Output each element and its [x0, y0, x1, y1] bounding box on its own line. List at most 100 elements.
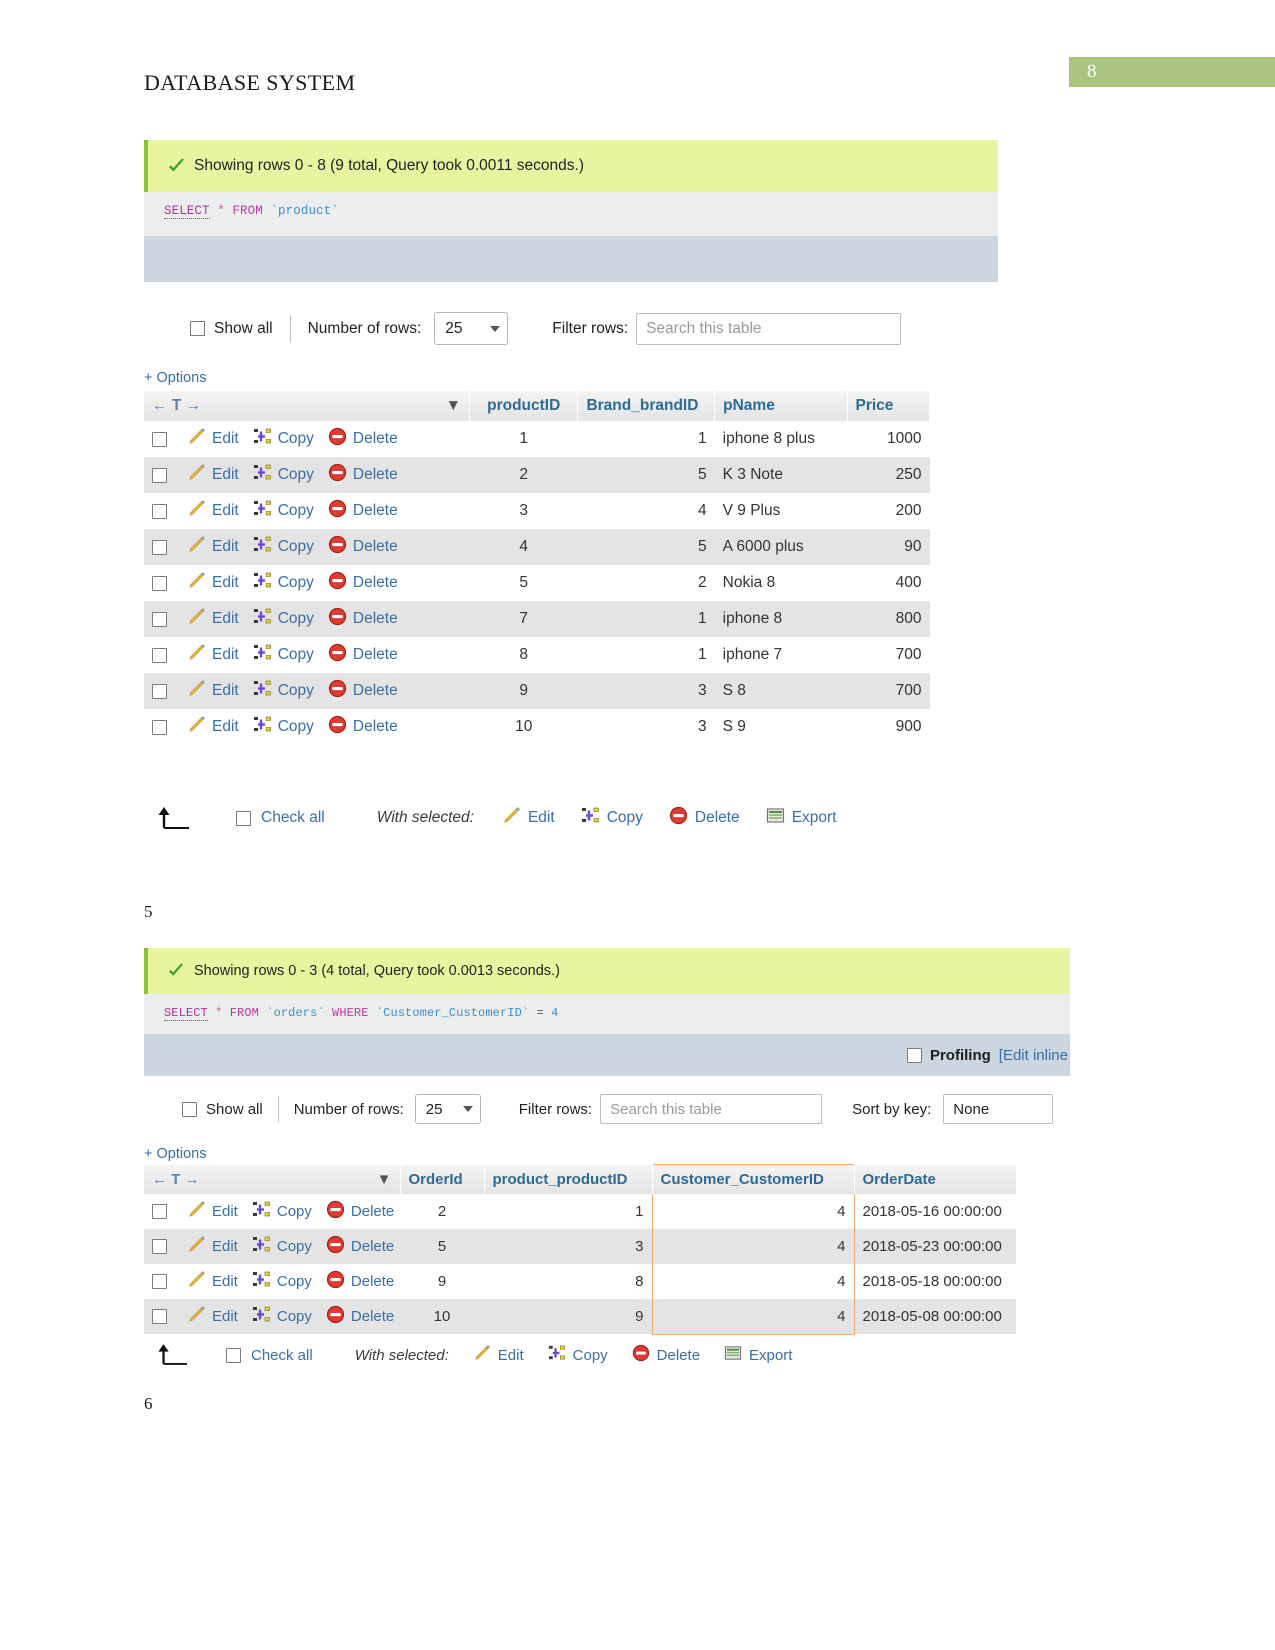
row-actions-cell[interactable]: Edit Copy Delete: [144, 1299, 400, 1334]
table-row[interactable]: Edit Copy Delete 10 3 S 9 900: [144, 709, 930, 745]
column-header-product-productid[interactable]: product_productID: [484, 1164, 653, 1194]
row-actions-cell[interactable]: Edit Copy Delete: [144, 1229, 400, 1264]
row-edit-button[interactable]: Edit: [212, 1238, 238, 1255]
row-edit-button[interactable]: Edit: [212, 718, 239, 736]
edit-inline-link[interactable]: [Edit inline: [999, 1047, 1068, 1064]
row-actions-cell[interactable]: Edit Copy Delete: [144, 421, 470, 457]
table-row[interactable]: Edit Copy Delete 8 1 iphone 7 700: [144, 637, 930, 673]
column-header-customer-customerid[interactable]: Customer_CustomerID: [651, 1164, 855, 1194]
filter-rows-input[interactable]: Search this table: [600, 1094, 823, 1124]
row-copy-button[interactable]: Copy: [277, 1238, 312, 1255]
row-actions-cell[interactable]: Edit Copy Delete: [144, 601, 470, 637]
table-row[interactable]: Edit Copy Delete 2 1 4 2018-05-16 00:00:00: [144, 1194, 1016, 1229]
row-actions-cell[interactable]: Edit Copy Delete: [144, 709, 470, 745]
row-copy-button[interactable]: Copy: [278, 646, 314, 664]
row-actions-cell[interactable]: Edit Copy Delete: [144, 565, 470, 601]
row-actions-cell[interactable]: Edit Copy Delete: [144, 1194, 400, 1229]
row-copy-button[interactable]: Copy: [278, 502, 314, 520]
with-selected-edit-button[interactable]: Edit: [502, 806, 555, 830]
with-selected-delete-button[interactable]: Delete: [669, 806, 740, 830]
with-selected-copy-button[interactable]: Copy: [548, 1344, 608, 1366]
row-edit-button[interactable]: Edit: [212, 1273, 238, 1290]
row-checkbox[interactable]: [152, 1204, 167, 1219]
row-copy-button[interactable]: Copy: [278, 538, 314, 556]
check-all-label[interactable]: Check all: [261, 809, 325, 827]
row-checkbox[interactable]: [152, 503, 167, 519]
row-delete-button[interactable]: Delete: [353, 610, 398, 628]
table-row[interactable]: Edit Copy Delete 4 5 A 6000 plus 90: [144, 529, 930, 565]
show-all-checkbox[interactable]: [190, 321, 205, 336]
row-copy-button[interactable]: Copy: [277, 1273, 312, 1290]
row-checkbox[interactable]: [152, 1274, 167, 1289]
row-delete-button[interactable]: Delete: [351, 1308, 394, 1325]
number-of-rows-select[interactable]: 25: [434, 312, 509, 345]
column-header-brandid[interactable]: Brand_brandID: [577, 391, 716, 421]
row-copy-button[interactable]: Copy: [278, 430, 314, 448]
row-checkbox[interactable]: [152, 431, 167, 447]
row-checkbox[interactable]: [152, 683, 167, 699]
table-row[interactable]: Edit Copy Delete 1 1 iphone 8 plus 1000: [144, 421, 930, 457]
row-delete-button[interactable]: Delete: [353, 682, 398, 700]
row-copy-button[interactable]: Copy: [278, 718, 314, 736]
row-delete-button[interactable]: Delete: [351, 1273, 394, 1290]
row-delete-button[interactable]: Delete: [353, 430, 398, 448]
table-row[interactable]: Edit Copy Delete 9 8 4 2018-05-18 00:00:00: [144, 1264, 1016, 1299]
sort-by-key-select[interactable]: None: [943, 1094, 1054, 1124]
column-header-actions[interactable]: ← T → ▼: [144, 1164, 401, 1194]
filter-rows-input[interactable]: Search this table: [636, 312, 902, 345]
row-edit-button[interactable]: Edit: [212, 430, 239, 448]
table-row[interactable]: Edit Copy Delete 5 2 Nokia 8 400: [144, 565, 930, 601]
row-checkbox[interactable]: [152, 647, 167, 663]
row-delete-button[interactable]: Delete: [353, 466, 398, 484]
row-edit-button[interactable]: Edit: [212, 574, 239, 592]
row-delete-button[interactable]: Delete: [353, 646, 398, 664]
options-toggle-product[interactable]: + Options: [144, 370, 206, 386]
row-delete-button[interactable]: Delete: [351, 1203, 394, 1220]
row-delete-button[interactable]: Delete: [353, 502, 398, 520]
with-selected-export-button[interactable]: Export: [724, 1344, 792, 1366]
row-edit-button[interactable]: Edit: [212, 538, 239, 556]
column-header-pname[interactable]: pName: [714, 391, 848, 421]
row-edit-button[interactable]: Edit: [212, 646, 239, 664]
with-selected-delete-button[interactable]: Delete: [632, 1344, 700, 1366]
show-all-checkbox[interactable]: [182, 1101, 197, 1117]
options-toggle-orders[interactable]: + Options: [144, 1146, 206, 1162]
arrow-up-icon[interactable]: [156, 1344, 190, 1366]
row-edit-button[interactable]: Edit: [212, 610, 239, 628]
column-header-orderid[interactable]: OrderId: [400, 1164, 485, 1194]
row-copy-button[interactable]: Copy: [278, 610, 314, 628]
row-actions-cell[interactable]: Edit Copy Delete: [144, 673, 470, 709]
row-edit-button[interactable]: Edit: [212, 1308, 238, 1325]
with-selected-export-button[interactable]: Export: [766, 806, 837, 830]
table-row[interactable]: Edit Copy Delete 5 3 4 2018-05-23 00:00:00: [144, 1229, 1016, 1264]
table-row[interactable]: Edit Copy Delete 2 5 K 3 Note 250: [144, 457, 930, 493]
arrow-up-icon[interactable]: [156, 807, 190, 829]
check-all-checkbox[interactable]: [226, 1347, 241, 1363]
row-actions-cell[interactable]: Edit Copy Delete: [144, 493, 470, 529]
row-delete-button[interactable]: Delete: [353, 718, 398, 736]
row-delete-button[interactable]: Delete: [353, 574, 398, 592]
row-actions-cell[interactable]: Edit Copy Delete: [144, 1264, 400, 1299]
row-edit-button[interactable]: Edit: [212, 466, 239, 484]
table-row[interactable]: Edit Copy Delete 7 1 iphone 8 800: [144, 601, 930, 637]
row-copy-button[interactable]: Copy: [277, 1308, 312, 1325]
with-selected-copy-button[interactable]: Copy: [581, 806, 643, 830]
row-edit-button[interactable]: Edit: [212, 502, 239, 520]
row-actions-cell[interactable]: Edit Copy Delete: [144, 637, 470, 673]
row-edit-button[interactable]: Edit: [212, 1203, 238, 1220]
table-row[interactable]: Edit Copy Delete 3 4 V 9 Plus 200: [144, 493, 930, 529]
row-checkbox[interactable]: [152, 1309, 167, 1324]
row-actions-cell[interactable]: Edit Copy Delete: [144, 457, 470, 493]
profiling-checkbox[interactable]: [906, 1047, 922, 1063]
table-row[interactable]: Edit Copy Delete 10 9 4 2018-05-08 00:00:00: [144, 1299, 1016, 1335]
row-delete-button[interactable]: Delete: [353, 538, 398, 556]
row-checkbox[interactable]: [152, 611, 167, 627]
row-copy-button[interactable]: Copy: [278, 682, 314, 700]
row-edit-button[interactable]: Edit: [212, 682, 239, 700]
check-all-checkbox[interactable]: [236, 810, 251, 826]
row-checkbox[interactable]: [152, 539, 167, 555]
check-all-label[interactable]: Check all: [251, 1347, 313, 1364]
table-row[interactable]: Edit Copy Delete 9 3 S 8 700: [144, 673, 930, 709]
with-selected-edit-button[interactable]: Edit: [473, 1344, 524, 1366]
column-header-actions[interactable]: ← T → ▼: [144, 391, 470, 421]
